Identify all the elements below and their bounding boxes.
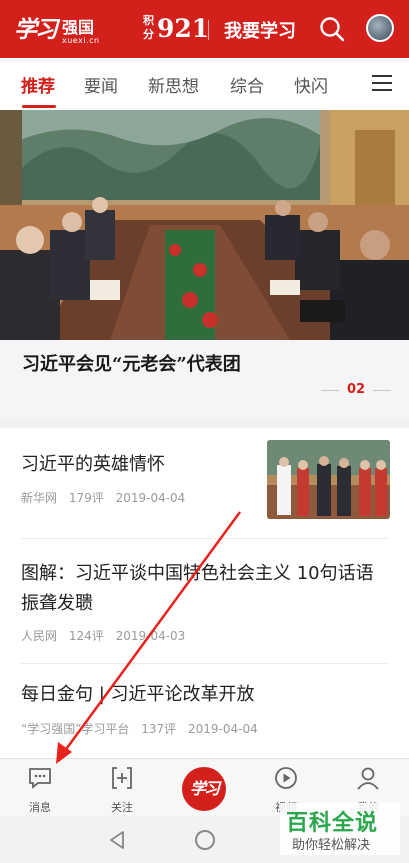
nav-label: 关注 [111,801,133,814]
feature-image[interactable] [0,110,409,340]
news-source: 人民网 [21,629,58,643]
news-comments: 179评 [68,491,104,505]
news-meta: 人民网 124评 2019-04-03 [21,627,193,644]
feature-caption[interactable]: 习近平会见“元老会”代表团 02 [0,340,409,418]
slide-number: 02 [346,382,366,397]
tab-flash[interactable]: 快闪 [294,72,328,97]
news-date: 2019-04-03 [115,629,186,643]
xuexi-logo-button[interactable]: 学习 [182,767,226,811]
logo-calligraphy: 学习 [14,16,58,43]
points-value: 921 [157,14,210,43]
search-icon[interactable] [318,15,346,43]
nav-label: 消息 [29,801,51,814]
list-item[interactable]: 习近平的英雄情怀 新华网 179评 2019-04-04 [0,428,409,538]
active-tab-indicator [22,105,56,108]
header-divider [208,20,209,40]
slide-indicator: 02 [321,382,391,398]
list-item[interactable]: 每日金句 | 习近平论改革开放 “学习强国”学习平台 137评 2019-04-… [0,664,409,758]
news-comments: 124评 [68,629,104,643]
news-date: 2019-04-04 [188,722,258,736]
list-item[interactable]: 图解：习近平谈中国特色社会主义 10句话语振聋发聩 人民网 124评 2019-… [0,539,409,663]
channel-tabs: 推荐 要闻 新思想 综合 快闪 [0,58,409,108]
user-icon [357,767,379,790]
back-icon[interactable] [108,830,126,850]
tab-news[interactable]: 要闻 [84,72,118,97]
app-header: 学习 强国 xuexi.cn 积分 921 我要学习 [0,0,409,58]
avatar[interactable] [366,14,394,42]
menu-icon[interactable] [372,75,392,91]
tab-new-thought[interactable]: 新思想 [148,72,199,97]
news-title: 图解：习近平谈中国特色社会主义 10句话语振聋发聩 [21,563,374,614]
news-date: 2019-04-04 [115,491,186,505]
news-title: 每日金句 | 习近平论改革开放 [21,684,255,705]
tab-recommend[interactable]: 推荐 [21,72,55,97]
play-icon [275,767,297,789]
follow-icon [112,767,132,789]
learn-button[interactable]: 我要学习 [224,17,296,43]
news-thumbnail [267,440,390,519]
app-logo[interactable]: 学习 强国 xuexi.cn [14,8,104,50]
message-icon [29,768,51,789]
logo-domain: xuexi.cn [62,36,100,45]
watermark: 百科全说 助你轻松解决 [280,803,400,855]
news-source: “学习强国”学习平台 [21,722,130,736]
section-gap [0,418,409,428]
news-comments: 137评 [141,722,177,736]
news-meta: “学习强国”学习平台 137评 2019-04-04 [21,720,266,737]
points-label: 积分 [143,14,154,41]
news-title: 习近平的英雄情怀 [21,454,165,475]
news-meta: 新华网 179评 2019-04-04 [21,489,193,506]
nav-follow[interactable]: 关注 [92,765,152,815]
tab-general[interactable]: 综合 [230,72,264,97]
home-icon[interactable] [195,830,215,850]
logo-name: 强国 [62,18,95,37]
news-source: 新华网 [21,491,58,505]
watermark-title: 百科全说 [286,811,379,836]
feature-title: 习近平会见“元老会”代表团 [22,354,241,375]
watermark-subtitle: 助你轻松解决 [292,838,371,853]
nav-messages[interactable]: 消息 [10,765,70,815]
